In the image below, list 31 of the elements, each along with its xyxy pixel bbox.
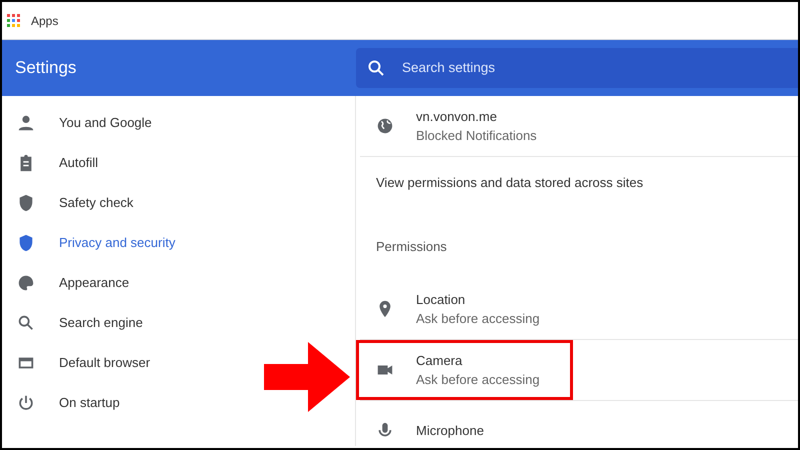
sidebar-item[interactable]: Appearance <box>2 263 355 303</box>
palette-icon <box>17 274 35 292</box>
permission-row[interactable]: Camera Ask before accessing <box>360 340 798 401</box>
sidebar-item[interactable]: Search engine <box>2 303 355 343</box>
sidebar-item[interactable]: Privacy and security <box>2 223 355 263</box>
permission-status: Ask before accessing <box>416 371 540 389</box>
permission-name: Location <box>416 290 466 308</box>
permission-row[interactable]: Location Ask before accessing <box>360 279 798 340</box>
power-icon <box>17 394 35 412</box>
permissions-heading: Permissions <box>376 239 447 254</box>
sidebar-item[interactable]: Autofill <box>2 143 355 183</box>
search-field[interactable]: Search settings <box>356 48 798 88</box>
permission-row[interactable]: Microphone <box>360 401 798 446</box>
person-icon <box>17 114 35 132</box>
site-status: Blocked Notifications <box>416 127 537 145</box>
site-name: vn.vonvon.me <box>416 108 498 126</box>
apps-link[interactable]: Apps <box>31 12 58 30</box>
permission-status: Ask before accessing <box>416 310 540 328</box>
view-permissions-link[interactable]: View permissions and data stored across sites <box>360 157 798 237</box>
apps-grid-icon[interactable] <box>7 14 21 28</box>
settings-title: Settings <box>14 57 78 80</box>
sidebar-item[interactable]: You and Google <box>2 103 355 143</box>
search-icon <box>17 314 35 332</box>
permission-name: Microphone <box>416 422 484 440</box>
sidebar-item[interactable]: On startup <box>2 383 355 423</box>
sidebar-item[interactable]: Default browser <box>2 343 355 383</box>
sidebar-item[interactable]: Safety check <box>2 183 355 223</box>
permission-name: Camera <box>416 352 464 370</box>
shield-icon <box>17 234 35 252</box>
globe-icon <box>376 117 394 135</box>
shield-icon <box>17 194 35 212</box>
